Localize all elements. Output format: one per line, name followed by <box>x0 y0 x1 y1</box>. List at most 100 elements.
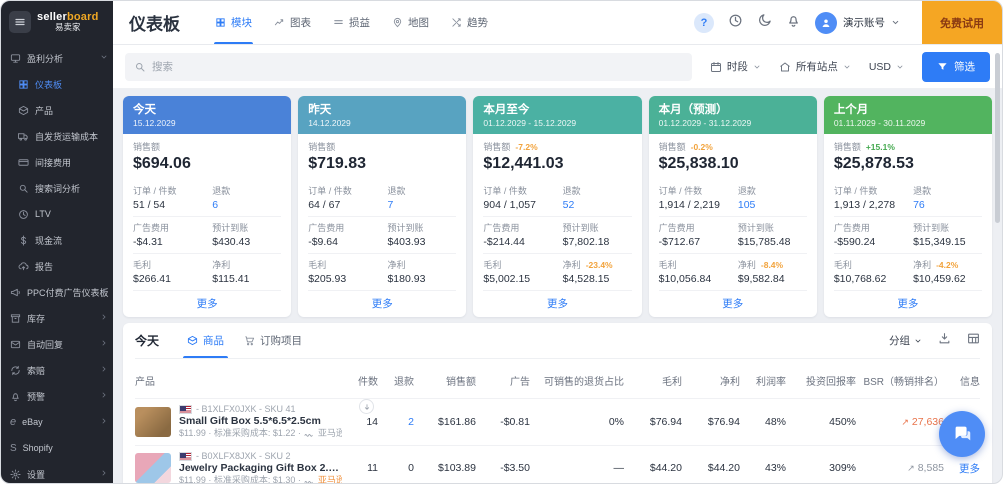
card-more-link[interactable]: 更多 <box>658 290 807 317</box>
refunds-value[interactable]: 7 <box>387 199 456 211</box>
bsr-cell[interactable]: ↗ 8,585 <box>856 462 944 474</box>
net-value: $4,528.15 <box>562 273 610 285</box>
sparkline-icon[interactable] <box>304 430 315 438</box>
gross-value: $205.93 <box>308 273 347 285</box>
kpi-card-month-forecast: 本月（预测） 01.12.2029 - 31.12.2029 销售额 -0.2% … <box>648 96 817 317</box>
card-more-link[interactable]: 更多 <box>308 290 457 317</box>
history-icon[interactable] <box>728 13 743 33</box>
sidebar-item-reports[interactable]: 报告 <box>1 253 113 279</box>
sales-cell: $103.89 <box>438 462 476 475</box>
chat-button[interactable] <box>939 411 985 457</box>
tab-map[interactable]: 地图 <box>383 1 438 44</box>
period-filter[interactable]: 时段 <box>710 59 761 74</box>
sidebar-item-inventory[interactable]: 库存 <box>1 305 113 331</box>
gross-cell: $76.94 <box>649 415 682 428</box>
scrollbar[interactable] <box>995 53 1000 223</box>
dashboard-icon <box>18 79 29 90</box>
view-tabs: 模块 图表 损益 地图 趋势 <box>206 1 497 44</box>
chevron-right-icon <box>100 391 108 401</box>
sidebar-item-alerts[interactable]: 预警 <box>1 383 113 409</box>
marketplace-filter[interactable]: 所有站点 <box>779 59 851 74</box>
tab-order-items[interactable]: 订购项目 <box>234 323 312 358</box>
card-more-link[interactable]: 更多 <box>833 290 983 317</box>
sidebar-item-auto-responder[interactable]: 自动回复 <box>1 331 113 357</box>
tab-products[interactable]: 商品 <box>177 323 234 358</box>
avatar <box>815 11 837 34</box>
sidebar-item-reimbursements[interactable]: 索赔 <box>1 357 113 383</box>
sidebar-item-keyword-analytics[interactable]: 搜索词分析 <box>1 175 113 201</box>
sidebar-toggle-button[interactable] <box>9 11 31 33</box>
net-cell: $44.20 <box>707 462 740 475</box>
topbar-actions: ? 演示账号 免费试用 <box>694 1 1002 44</box>
refunds-value[interactable]: 76 <box>913 199 982 211</box>
hamburger-icon <box>14 16 26 28</box>
tab-trends[interactable]: 趋势 <box>442 1 497 44</box>
chevron-right-icon <box>100 339 108 349</box>
sales-value: $25,838.10 <box>658 155 739 172</box>
topbar: 仪表板 模块 图表 损益 地图 趋势 ? 演示账号 免费试用 <box>113 1 1002 45</box>
sales-delta-badge: +15.1% <box>865 141 895 152</box>
group-by-dropdown[interactable]: 分组 <box>889 333 922 348</box>
tab-modules[interactable]: 模块 <box>206 1 261 44</box>
net-value: $9,582.84 <box>737 273 785 285</box>
home-icon <box>779 61 791 73</box>
refunds-value[interactable]: 105 <box>738 199 807 211</box>
dark-mode-icon[interactable] <box>757 13 772 33</box>
sidebar-item-ltv[interactable]: LTV <box>1 201 113 227</box>
notifications-icon[interactable] <box>786 13 801 33</box>
payout-value: $430.43 <box>212 236 251 248</box>
sidebar-item-ebay[interactable]: e eBay <box>1 409 113 435</box>
sparkline-icon[interactable] <box>304 477 315 483</box>
chevron-down-icon <box>914 337 922 345</box>
export-icon[interactable] <box>938 332 951 350</box>
gross-cell: $44.20 <box>649 462 682 475</box>
cart-icon <box>244 335 255 346</box>
chevron-down-icon <box>843 63 851 71</box>
margin-cell: 48% <box>764 415 786 428</box>
search-icon <box>18 183 29 194</box>
sales-cell: $161.86 <box>438 415 476 428</box>
product-image <box>135 453 171 483</box>
currency-filter[interactable]: USD <box>869 61 904 73</box>
search-input[interactable]: 搜索 <box>125 52 692 81</box>
card-more-link[interactable]: 更多 <box>133 290 282 317</box>
mail-icon <box>10 339 21 350</box>
free-trial-button[interactable]: 免费试用 <box>922 1 1002 44</box>
sidebar-item-settings[interactable]: 设置 <box>1 461 113 483</box>
search-placeholder: 搜索 <box>152 61 173 73</box>
sidebar-item-shipping-costs[interactable]: 自发货运输成本 <box>1 123 113 149</box>
sidebar-item-ppc-dashboard[interactable]: PPC付费广告仪表板 <box>1 279 113 305</box>
chevron-down-icon <box>753 63 761 71</box>
sidebar-item-indirect-expenses[interactable]: 间接费用 <box>1 149 113 175</box>
filter-button[interactable]: 筛选 <box>922 51 990 82</box>
sidebar-item-dashboard[interactable]: 仪表板 <box>1 71 113 97</box>
kpi-card-yesterday: 昨天 14.12.2029 销售额 $719.83 订单 / 件数 64 / 67… <box>298 96 467 317</box>
card-more-link[interactable]: 更多 <box>483 290 632 317</box>
us-flag-icon <box>179 451 192 461</box>
sidebar-item-products[interactable]: 产品 <box>1 97 113 123</box>
shopify-icon: S <box>10 442 17 454</box>
bsr-cell[interactable]: ↗ 27,636 <box>856 416 944 428</box>
sidebar-menu: 盈利分析 仪表板 产品 自发货运输成本 间接费用 搜索词分析 LTV 现金流 报… <box>1 45 113 483</box>
ads-value: -$4.31 <box>133 236 163 248</box>
help-icon[interactable]: ? <box>694 12 714 33</box>
net-value: $115.41 <box>212 273 250 285</box>
chevron-right-icon <box>100 469 108 479</box>
sidebar: sellerboard 易卖家 盈利分析 仪表板 产品 自发货运输成本 间接费用… <box>1 1 113 483</box>
sidebar-item-profit-analytics[interactable]: 盈利分析 <box>1 45 113 71</box>
box-icon <box>18 105 29 116</box>
columns-icon[interactable] <box>967 332 980 350</box>
refunds-value[interactable]: 6 <box>212 199 281 211</box>
refunds-value[interactable]: 52 <box>563 199 632 211</box>
net-delta-badge: -8.4% <box>760 259 784 270</box>
sidebar-item-cashflow[interactable]: 现金流 <box>1 227 113 253</box>
account-menu[interactable]: 演示账号 <box>815 11 900 34</box>
sort-indicator[interactable] <box>359 399 374 414</box>
sidebar-item-shopify[interactable]: S Shopify <box>1 435 113 461</box>
more-link[interactable]: 更多 <box>944 461 980 476</box>
refunds-cell[interactable]: 2 <box>378 416 414 428</box>
refunds-cell: 0 <box>408 462 414 475</box>
card-title: 昨天 <box>308 104 332 116</box>
tab-charts[interactable]: 图表 <box>265 1 320 44</box>
tab-pnl[interactable]: 损益 <box>324 1 379 44</box>
